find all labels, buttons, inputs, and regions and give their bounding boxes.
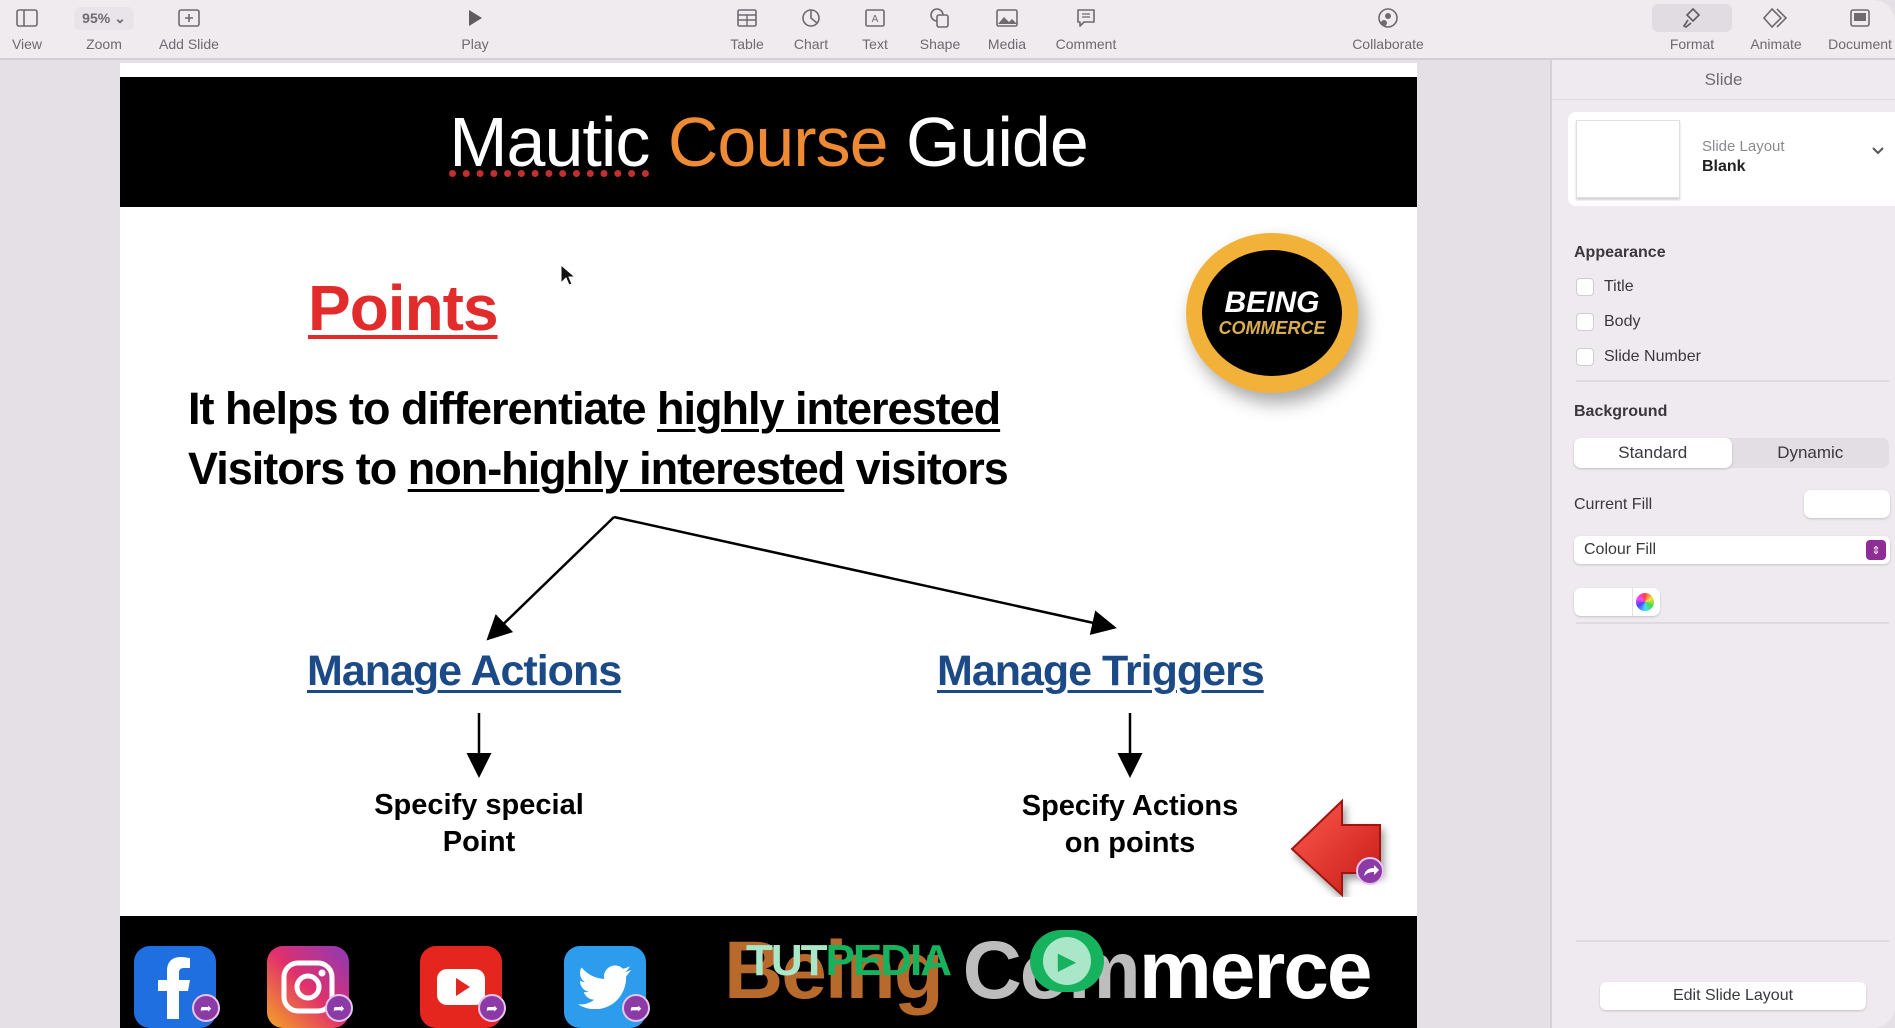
- chart-icon: [801, 4, 821, 32]
- slide-title[interactable]: Mautic Course Guide: [449, 102, 1089, 182]
- divider: [1576, 622, 1889, 624]
- title-checkbox[interactable]: Title: [1576, 278, 1634, 296]
- specify-actions-text[interactable]: Specify Actions on points: [980, 788, 1280, 862]
- description-text[interactable]: It helps to differentiate highly interes…: [188, 379, 1009, 499]
- current-fill-label: Current Fill: [1574, 496, 1653, 513]
- checkbox[interactable]: [1576, 278, 1594, 296]
- body-checkbox[interactable]: Body: [1576, 313, 1640, 331]
- checkbox[interactable]: [1576, 348, 1594, 366]
- share-badge-icon: ➦: [325, 994, 353, 1022]
- format-sidebar: Slide Slide Layout Blank Appearance Titl…: [1550, 60, 1895, 1028]
- slide-layout-selector[interactable]: Slide Layout Blank: [1568, 112, 1895, 206]
- document-button[interactable]: Document: [1815, 4, 1895, 52]
- animate-icon: [1763, 4, 1789, 32]
- share-badge-icon: ➦: [192, 994, 220, 1022]
- background-standard-option[interactable]: Standard: [1574, 438, 1732, 468]
- color-wheel-icon[interactable]: [1636, 593, 1654, 611]
- chevron-down-icon[interactable]: [1871, 146, 1885, 156]
- youtube-icon[interactable]: ➦: [420, 946, 506, 1028]
- layout-thumbnail: [1576, 120, 1680, 198]
- slide-title-bar[interactable]: Mautic Course Guide: [120, 77, 1417, 207]
- background-dynamic-option[interactable]: Dynamic: [1732, 438, 1890, 468]
- comment-icon: [1076, 4, 1096, 32]
- comment-button[interactable]: Comment: [1041, 4, 1131, 52]
- add-slide-button[interactable]: Add Slide: [144, 4, 234, 52]
- animate-button[interactable]: Animate: [1731, 4, 1821, 52]
- play-icon: [467, 4, 483, 32]
- specify-special-point-text[interactable]: Specify special Point: [329, 787, 629, 861]
- zoom-button[interactable]: 95% ⌄ Zoom: [59, 4, 149, 52]
- divider: [1576, 380, 1889, 382]
- checkbox[interactable]: [1576, 313, 1594, 331]
- sidebar-icon: [16, 4, 38, 32]
- share-badge-icon: ➦: [478, 994, 506, 1022]
- toolbar: View 95% ⌄ Zoom Add Slide Play Table Cha…: [0, 0, 1895, 60]
- tab-slide[interactable]: Slide: [1552, 60, 1895, 100]
- red-left-arrow-icon[interactable]: [1288, 797, 1393, 897]
- table-icon: [737, 4, 757, 32]
- manage-actions-label[interactable]: Manage Actions: [307, 647, 622, 696]
- chevron-down-icon: ⌄: [114, 9, 126, 26]
- instagram-icon[interactable]: ➦: [267, 946, 353, 1028]
- add-slide-icon: [178, 4, 200, 32]
- up-down-stepper-icon: ⇕: [1866, 540, 1886, 560]
- slide-number-checkbox[interactable]: Slide Number: [1576, 348, 1701, 366]
- divider: [1576, 940, 1889, 942]
- color-well[interactable]: [1574, 588, 1660, 616]
- play-circle-icon: ▶: [1030, 930, 1105, 992]
- media-button[interactable]: Media: [962, 4, 1052, 52]
- arrow-to-triggers: [613, 515, 1117, 635]
- twitter-icon[interactable]: ➦: [564, 946, 650, 1028]
- manage-triggers-label[interactable]: Manage Triggers: [937, 647, 1265, 696]
- flow-diagram: [466, 515, 1143, 778]
- shape-icon: [929, 4, 951, 32]
- being-commerce-logo[interactable]: BEING COMMERCE: [1186, 233, 1358, 393]
- edit-slide-layout-button[interactable]: Edit Slide Layout: [1600, 982, 1866, 1010]
- keynote-window: View 95% ⌄ Zoom Add Slide Play Table Cha…: [0, 0, 1895, 1028]
- background-segmented-control[interactable]: Standard Dynamic: [1574, 438, 1889, 468]
- slide-canvas[interactable]: Mautic Course Guide Points It helps to d…: [120, 63, 1417, 1028]
- paintbrush-icon: [1652, 4, 1732, 32]
- collaborate-icon: [1377, 4, 1399, 32]
- background-heading: Background: [1574, 403, 1668, 420]
- text-box-icon: A: [865, 4, 885, 32]
- tutpedia-watermark: TUT PEDIA ▶: [746, 930, 1105, 992]
- appearance-heading: Appearance: [1574, 244, 1666, 261]
- zoom-dropdown[interactable]: 95% ⌄: [74, 6, 134, 30]
- play-button[interactable]: Play: [430, 4, 520, 52]
- share-badge-icon: ➦: [622, 994, 650, 1022]
- arrow-to-actions: [486, 516, 615, 641]
- document-icon: [1850, 4, 1870, 32]
- svg-text:A: A: [872, 14, 879, 25]
- media-icon: [996, 4, 1018, 32]
- slide-footer: ➦ ➦ ➦ ➦ Being Commerce TUT PEDIA ▶: [120, 916, 1417, 1028]
- format-button[interactable]: Format: [1647, 4, 1737, 52]
- mouse-pointer-icon: [560, 264, 576, 286]
- points-heading[interactable]: Points: [308, 271, 499, 345]
- fill-type-select[interactable]: Colour Fill ⇕: [1574, 536, 1890, 564]
- collaborate-button[interactable]: Collaborate: [1343, 4, 1433, 52]
- current-fill-swatch[interactable]: [1804, 490, 1890, 518]
- facebook-icon[interactable]: ➦: [134, 946, 220, 1028]
